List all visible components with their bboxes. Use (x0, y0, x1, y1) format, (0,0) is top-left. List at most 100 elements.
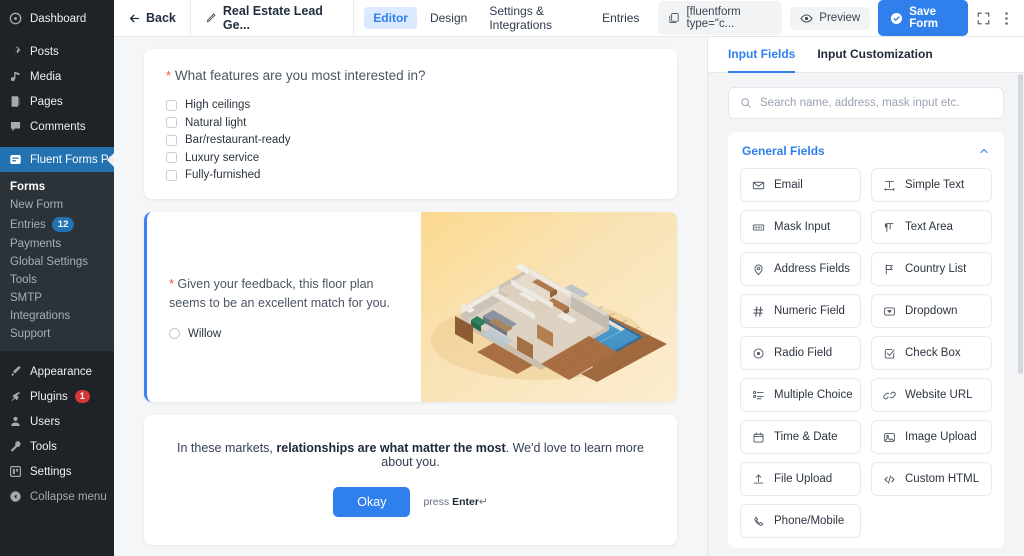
submenu-item-global-settings[interactable]: Global Settings (0, 253, 114, 271)
sidebar-item-users[interactable]: Users (0, 409, 114, 434)
tab-input-fields[interactable]: Input Fields (728, 37, 796, 73)
sidebar-item-collapse-menu[interactable]: Collapse menu (0, 484, 114, 509)
dropdown-icon (882, 304, 896, 318)
option-label: Bar/restaurant-ready (185, 134, 291, 147)
calendar-icon (751, 430, 765, 444)
field-group-header[interactable]: General Fields (728, 132, 1004, 168)
field-button-dropdown[interactable]: Dropdown (871, 294, 992, 328)
field-button-simple-text[interactable]: Simple Text (871, 168, 992, 202)
form-field-card-floorplan[interactable]: * Given your feedback, this floor plan s… (144, 212, 677, 403)
fluent-forms-submenu: Forms New Form Entries 12 Payments Globa… (0, 172, 114, 351)
field-button-email[interactable]: Email (740, 168, 861, 202)
sidebar-label: Appearance (30, 365, 93, 378)
field-button-file-upload[interactable]: File Upload (740, 462, 861, 496)
sidebar-label: Collapse menu (30, 490, 107, 503)
tab-design[interactable]: Design (421, 7, 476, 29)
editor-body: * What features are you most interested … (114, 37, 1024, 556)
submenu-item-smtp[interactable]: SMTP (0, 289, 114, 307)
checkbox-option[interactable]: Fully-furnished (166, 169, 655, 181)
field-button-radio-field[interactable]: Radio Field (740, 336, 861, 370)
pin-icon (8, 44, 23, 59)
hint-key: Enter (452, 496, 479, 509)
radio-icon (751, 346, 765, 360)
field-button-image-upload[interactable]: Image Upload (871, 420, 992, 454)
checkbox-option[interactable]: Natural light (166, 117, 655, 129)
sidebar-item-comments[interactable]: Comments (0, 114, 114, 139)
wordpress-admin-sidebar: Dashboard Posts Media Pages Comments Flu… (0, 0, 114, 556)
field-library-panel: Input Fields Input Customization General… (707, 37, 1024, 556)
field-button-check-box[interactable]: Check Box (871, 336, 992, 370)
submenu-item-tools[interactable]: Tools (0, 271, 114, 289)
hash-icon (751, 304, 765, 318)
sidebar-item-settings[interactable]: Settings (0, 459, 114, 484)
option-label: Natural light (185, 116, 247, 129)
field-button-label: Address Fields (774, 263, 851, 275)
tab-settings-integrations[interactable]: Settings & Integrations (480, 0, 589, 36)
radio-icon[interactable] (169, 328, 180, 340)
checkbox-icon[interactable] (166, 152, 177, 164)
submenu-label: Global Settings (10, 256, 88, 268)
form-title-label: Real Estate Lead Ge... (222, 4, 323, 32)
wrench-icon (8, 439, 23, 454)
checkbox-icon[interactable] (166, 134, 177, 146)
field-button-phone-mobile[interactable]: Phone/Mobile (740, 504, 861, 538)
sidebar-item-appearance[interactable]: Appearance (0, 359, 114, 384)
form-field-card-statement[interactable]: In these markets, relationships are what… (144, 415, 677, 546)
sidebar-item-posts[interactable]: Posts (0, 39, 114, 64)
field-button-mask-input[interactable]: Mask Input (740, 210, 861, 244)
sidebar-item-media[interactable]: Media (0, 64, 114, 89)
search-input[interactable] (760, 97, 992, 109)
back-button[interactable]: Back (114, 0, 191, 36)
brush-icon (8, 364, 23, 379)
form-canvas[interactable]: * What features are you most interested … (114, 37, 707, 556)
main-column: Back Real Estate Lead Ge... Editor Desig… (114, 0, 1024, 556)
shortcode-copy-button[interactable]: [fluentform type="c... (658, 1, 783, 35)
field-button-text-area[interactable]: Text Area (871, 210, 992, 244)
checkbox-icon[interactable] (166, 99, 177, 111)
field-button-numeric-field[interactable]: Numeric Field (740, 294, 861, 328)
panel-scrollbar[interactable] (1018, 74, 1023, 374)
form-title[interactable]: Real Estate Lead Ge... (191, 0, 355, 36)
sidebar-item-plugins[interactable]: Plugins 1 (0, 384, 114, 409)
submenu-item-new-form[interactable]: New Form (0, 196, 114, 214)
search-field-wrapper[interactable] (728, 87, 1004, 119)
field-button-country-list[interactable]: Country List (871, 252, 992, 286)
sidebar-item-fluent-forms-pro[interactable]: Fluent Forms Pro (0, 147, 114, 172)
checkbox-icon[interactable] (166, 117, 177, 129)
field-button-website-url[interactable]: Website URL (871, 378, 992, 412)
tab-input-customization[interactable]: Input Customization (817, 37, 932, 73)
field-button-multiple-choice[interactable]: Multiple Choice (740, 378, 861, 412)
checkbox-option[interactable]: High ceilings (166, 99, 655, 111)
okay-button[interactable]: Okay (333, 487, 411, 518)
checkbox-option[interactable]: Bar/restaurant-ready (166, 134, 655, 146)
field-button-address-fields[interactable]: Address Fields (740, 252, 861, 286)
submenu-item-entries[interactable]: Entries 12 (0, 214, 114, 235)
fullscreen-button[interactable] (976, 11, 991, 26)
question-text: What features are you most interested in… (174, 68, 426, 83)
tab-entries[interactable]: Entries (593, 7, 648, 29)
search-icon (740, 97, 752, 109)
dashboard-icon (8, 11, 23, 26)
sidebar-item-pages[interactable]: Pages (0, 89, 114, 114)
submenu-item-integrations[interactable]: Integrations (0, 307, 114, 325)
preview-button[interactable]: Preview (790, 6, 871, 30)
field-button-custom-html[interactable]: Custom HTML (871, 462, 992, 496)
checkbox-icon[interactable] (166, 169, 177, 181)
sidebar-item-tools[interactable]: Tools (0, 434, 114, 459)
save-form-button[interactable]: Save Form (878, 0, 968, 36)
checkbox-option[interactable]: Luxury service (166, 152, 655, 164)
sidebar-item-dashboard[interactable]: Dashboard (0, 6, 114, 31)
tab-editor[interactable]: Editor (364, 7, 417, 29)
radio-option[interactable]: Willow (169, 328, 399, 340)
app-root: Dashboard Posts Media Pages Comments Flu… (0, 0, 1024, 556)
form-field-card-features[interactable]: * What features are you most interested … (144, 49, 677, 200)
submenu-item-support[interactable]: Support (0, 325, 114, 343)
panel-tabs: Input Fields Input Customization (708, 37, 1024, 73)
submenu-item-forms[interactable]: Forms (0, 178, 114, 196)
field-button-time-date[interactable]: Time & Date (740, 420, 861, 454)
chevron-up-icon[interactable] (978, 145, 990, 157)
more-options-button[interactable] (999, 11, 1014, 26)
submenu-item-payments[interactable]: Payments (0, 235, 114, 253)
enter-key-icon: ↵ (478, 496, 488, 509)
statement-actions: Okay press Enter↵ (166, 487, 655, 518)
